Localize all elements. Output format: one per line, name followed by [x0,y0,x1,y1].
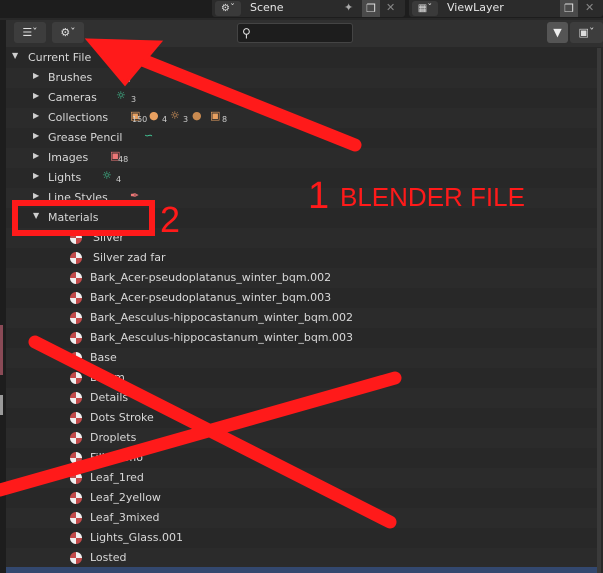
annotation-number-2: 2 [160,199,180,240]
annotation-number-1: 1 [308,175,329,217]
annotation-cross-line [0,371,402,497]
annotation-text: BLENDER FILE [340,182,525,212]
annotation-arrow-shaft [123,48,362,152]
annotation-overlay: 1 BLENDER FILE 2 [0,38,525,529]
annotation-box [12,200,155,236]
